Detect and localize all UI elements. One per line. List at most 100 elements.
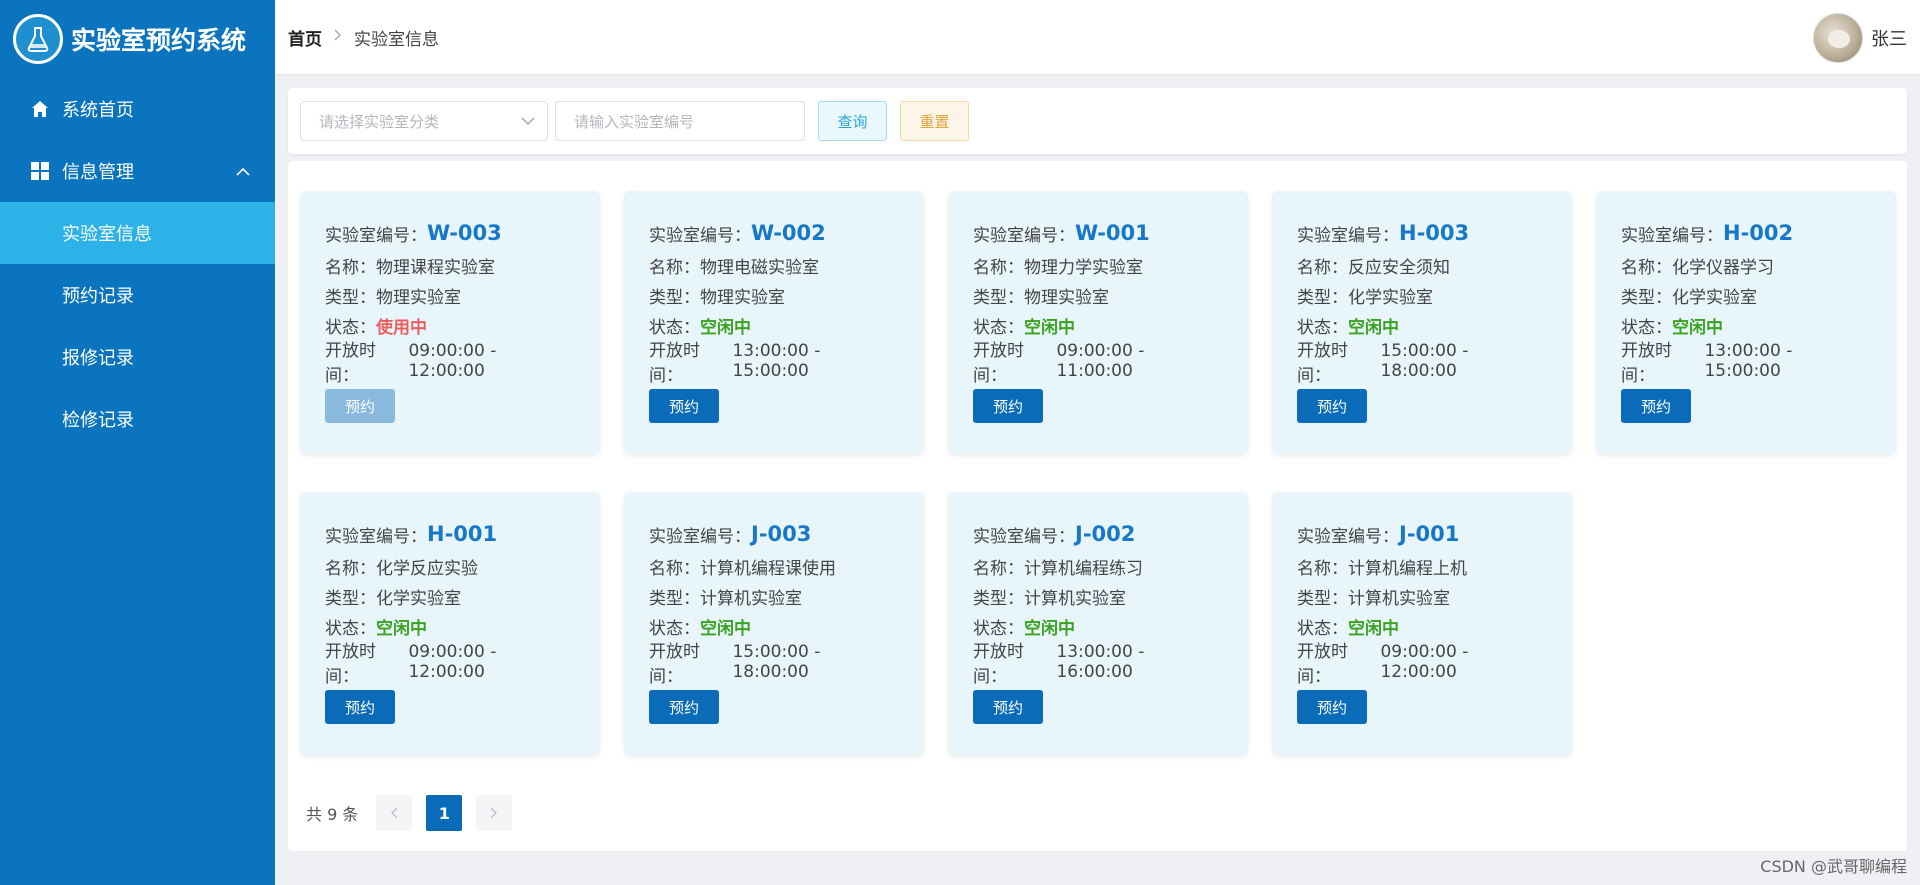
status-badge: 空闲中 — [700, 618, 751, 639]
lab-time-label: 开放时间： — [973, 642, 1024, 687]
breadcrumb: 首页 实验室信息 — [288, 25, 439, 50]
avatar[interactable] — [1813, 13, 1863, 63]
lab-name: 反应安全须知 — [1348, 257, 1450, 278]
book-button[interactable]: 预约 — [649, 389, 719, 423]
filter-bar: 请选择实验室分类 请输入实验室编号 查询 重置 — [288, 88, 1907, 154]
lab-type-row: 类型： 化学实验室 — [325, 581, 575, 611]
status-badge: 空闲中 — [1348, 317, 1399, 338]
lab-card: 实验室编号： H-002 名称： 化学仪器学习 类型： 化学实验室 状态： 空闲中 开放时间： 1… — [1596, 191, 1896, 454]
book-button[interactable]: 预约 — [325, 690, 395, 724]
lab-type-row: 类型： 物理实验室 — [649, 280, 899, 310]
watermark: CSDN @武哥聊编程 — [1760, 857, 1907, 876]
lab-name: 计算机编程上机 — [1348, 558, 1467, 579]
status-badge: 空闲中 — [376, 618, 427, 639]
lab-name-label: 名称： — [649, 558, 700, 579]
lab-time-label: 开放时间： — [649, 341, 700, 386]
status-badge: 空闲中 — [1348, 618, 1399, 639]
breadcrumb-home[interactable]: 首页 — [288, 25, 322, 50]
sidebar: 实验室预约系统 系统首页 信息管理 实验室信息 预约记录 报修记录 检修记录 — [0, 0, 275, 885]
book-button[interactable]: 预约 — [973, 389, 1043, 423]
user-menu[interactable]: 张三 — [1813, 13, 1907, 63]
app-title: 实验室预约系统 — [71, 26, 247, 55]
lab-card: 实验室编号： J-001 名称： 计算机编程上机 类型： 计算机实验室 状态： 空闲中 开放时间… — [1272, 492, 1572, 755]
sidebar-group-info-management[interactable]: 信息管理 — [0, 140, 275, 202]
lab-card: 实验室编号： J-002 名称： 计算机编程练习 类型： 计算机实验室 状态： 空闲中 开放时间… — [948, 492, 1248, 755]
lab-code-label: 实验室编号： — [649, 225, 751, 246]
sidebar-item-booking-records[interactable]: 预约记录 — [0, 264, 275, 326]
lab-type: 计算机实验室 — [1024, 588, 1126, 609]
lab-type-label: 类型： — [973, 287, 1024, 308]
lab-time-label: 开放时间： — [1621, 341, 1672, 386]
status-badge: 空闲中 — [700, 317, 751, 338]
lab-name: 计算机编程练习 — [1024, 558, 1143, 579]
lab-type-label: 类型： — [649, 287, 700, 308]
lab-code-input[interactable]: 请输入实验室编号 — [555, 101, 805, 141]
sidebar-item-label: 系统首页 — [62, 100, 134, 121]
sidebar-item-label: 报修记录 — [62, 348, 134, 369]
lab-card: 实验室编号： H-001 名称： 化学反应实验 类型： 化学实验室 状态： 空闲中 开放时间： 0… — [300, 492, 600, 755]
lab-code-row: 实验室编号： W-001 — [973, 216, 1223, 250]
lab-name-label: 名称： — [973, 558, 1024, 579]
chevron-right-icon — [334, 29, 342, 45]
lab-name-row: 名称： 计算机编程练习 — [973, 551, 1223, 581]
lab-type-row: 类型： 化学实验室 — [1621, 280, 1871, 310]
lab-type-label: 类型： — [1621, 287, 1672, 308]
book-button[interactable]: 预约 — [973, 690, 1043, 724]
lab-type-row: 类型： 物理实验室 — [325, 280, 575, 310]
book-button[interactable]: 预约 — [1297, 389, 1367, 423]
lab-code: J-003 — [751, 522, 812, 546]
lab-type-row: 类型： 物理实验室 — [973, 280, 1223, 310]
lab-code-row: 实验室编号： J-001 — [1297, 517, 1547, 551]
lab-code-row: 实验室编号： H-002 — [1621, 216, 1871, 250]
lab-code-row: 实验室编号： J-003 — [649, 517, 899, 551]
lab-code-label: 实验室编号： — [1297, 526, 1399, 547]
lab-name: 物理课程实验室 — [376, 257, 495, 278]
lab-code-row: 实验室编号： J-002 — [973, 517, 1223, 551]
lab-code: W-003 — [427, 221, 502, 245]
lab-code-row: 实验室编号： H-003 — [1297, 216, 1547, 250]
sidebar-group-label: 信息管理 — [62, 162, 134, 183]
sidebar-item-maintenance-records[interactable]: 检修记录 — [0, 388, 275, 450]
lab-name-label: 名称： — [325, 257, 376, 278]
lab-name-label: 名称： — [1297, 257, 1348, 278]
sidebar-item-repair-records[interactable]: 报修记录 — [0, 326, 275, 388]
user-name[interactable]: 张三 — [1871, 25, 1907, 51]
prev-page-button[interactable] — [376, 795, 413, 831]
next-page-button[interactable] — [476, 795, 513, 831]
book-button[interactable]: 预约 — [1297, 690, 1367, 724]
lab-open-time: 13:00:00 - 15:00:00 — [732, 341, 821, 381]
reset-button[interactable]: 重置 — [900, 101, 969, 141]
lab-type: 计算机实验室 — [1348, 588, 1450, 609]
category-select[interactable]: 请选择实验室分类 — [300, 101, 548, 141]
lab-code-row: 实验室编号： W-002 — [649, 216, 899, 250]
page-number-button[interactable]: 1 — [426, 795, 463, 831]
lab-time-row: 开放时间： 09:00:00 - 12:00:00 — [1297, 642, 1547, 687]
lab-time-label: 开放时间： — [325, 341, 376, 386]
lab-type: 物理实验室 — [376, 287, 461, 308]
lab-code-label: 实验室编号： — [973, 225, 1075, 246]
lab-card: 实验室编号： W-002 名称： 物理电磁实验室 类型： 物理实验室 状态： 空闲中 开放时间：… — [624, 191, 924, 454]
sidebar-item-label: 检修记录 — [62, 410, 134, 431]
lab-type-label: 类型： — [1297, 287, 1348, 308]
lab-status-label: 状态： — [1297, 618, 1348, 639]
lab-open-time: 13:00:00 - 15:00:00 — [1704, 341, 1793, 381]
lab-time-row: 开放时间： 09:00:00 - 12:00:00 — [325, 642, 575, 687]
book-button[interactable]: 预约 — [1621, 389, 1691, 423]
query-button[interactable]: 查询 — [818, 101, 887, 141]
book-button[interactable]: 预约 — [325, 389, 395, 423]
sidebar-item-label: 实验室信息 — [62, 224, 152, 245]
lab-time-row: 开放时间： 13:00:00 - 15:00:00 — [649, 341, 899, 386]
lab-time-row: 开放时间： 09:00:00 - 12:00:00 — [325, 341, 575, 386]
lab-time-row: 开放时间： 13:00:00 - 15:00:00 — [1621, 341, 1871, 386]
status-badge: 空闲中 — [1672, 317, 1723, 338]
chevron-down-icon — [521, 112, 535, 130]
lab-name-label: 名称： — [973, 257, 1024, 278]
sidebar-item-lab-info[interactable]: 实验室信息 — [0, 202, 275, 264]
lab-card: 实验室编号： W-001 名称： 物理力学实验室 类型： 物理实验室 状态： 空闲中 开放时间：… — [948, 191, 1248, 454]
sidebar-item-home[interactable]: 系统首页 — [0, 78, 275, 140]
lab-time-row: 开放时间： 09:00:00 - 11:00:00 — [973, 341, 1223, 386]
lab-open-time: 09:00:00 - 11:00:00 — [1056, 341, 1145, 381]
chevron-up-icon — [236, 161, 250, 182]
lab-open-time: 15:00:00 - 18:00:00 — [732, 642, 821, 682]
book-button[interactable]: 预约 — [649, 690, 719, 724]
